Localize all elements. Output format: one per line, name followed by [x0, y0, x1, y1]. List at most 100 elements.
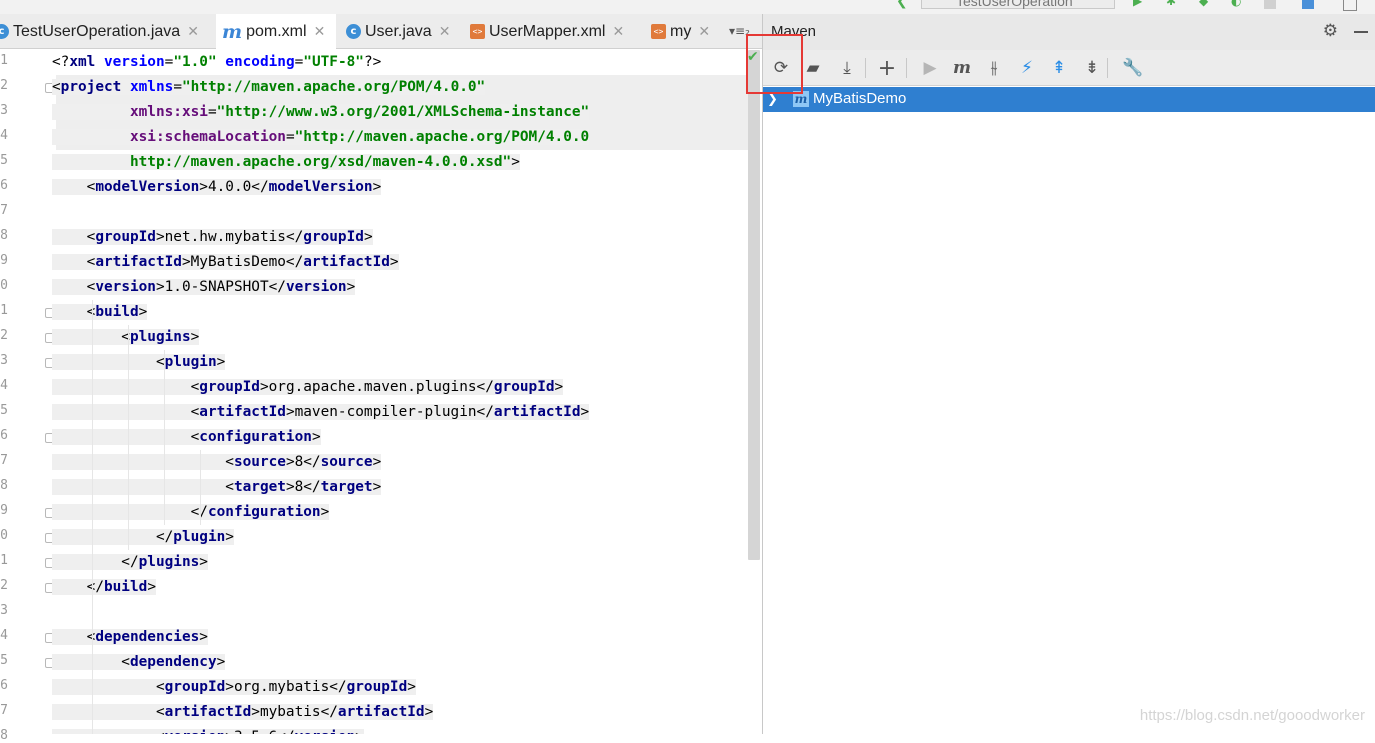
- line-number: 0: [0, 278, 8, 293]
- xml-file-icon: <>: [651, 24, 666, 39]
- code-line[interactable]: </build>: [52, 575, 156, 600]
- tab-testuseroperation[interactable]: c TestUserOperation.java ✕: [0, 14, 208, 49]
- line-number: 1: [0, 553, 8, 568]
- code-line[interactable]: <plugins>: [52, 325, 200, 350]
- code-line[interactable]: <modelVersion>4.0.0</modelVersion>: [52, 175, 382, 200]
- tab-label: User.java: [365, 22, 432, 40]
- toolbar-separator: [906, 58, 907, 78]
- line-number: 5: [0, 153, 8, 168]
- maven-header: Maven ⚙: [763, 14, 1375, 50]
- indent-guide: [164, 350, 165, 525]
- code-line[interactable]: <artifactId>maven-compiler-plugin</artif…: [52, 400, 590, 425]
- line-number: 3: [0, 603, 8, 618]
- run-configuration-select[interactable]: TestUserOperation: [921, 0, 1115, 9]
- stop-icon[interactable]: [1264, 0, 1276, 9]
- code-area[interactable]: <?xml version="1.0" encoding="UTF-8"?> <p…: [52, 50, 748, 734]
- generate-sources-icon[interactable]: ▰: [801, 56, 825, 80]
- code-line[interactable]: </plugin>: [52, 525, 234, 550]
- run-icon[interactable]: ▶: [918, 56, 942, 80]
- tree-item-mybatisdemo[interactable]: ❯ m MyBatisDemo: [763, 87, 1375, 112]
- execute-goal-icon[interactable]: m: [950, 56, 974, 80]
- code-line[interactable]: <plugin>: [52, 350, 226, 375]
- close-icon[interactable]: ✕: [698, 23, 710, 40]
- code-line[interactable]: <?xml version="1.0" encoding="UTF-8"?>: [52, 50, 381, 75]
- code-line[interactable]: </plugins>: [52, 550, 208, 575]
- close-icon[interactable]: ✕: [439, 23, 451, 40]
- code-line[interactable]: <source>8</source>: [52, 450, 382, 475]
- collapse-all-icon[interactable]: ⇟: [1080, 56, 1104, 80]
- vertical-scrollbar[interactable]: [748, 50, 762, 734]
- line-number: 4: [0, 378, 8, 393]
- profile-icon[interactable]: ◐: [1231, 0, 1243, 8]
- toolbar-separator: [1107, 58, 1108, 78]
- code-line[interactable]: xmlns:xsi="http://www.w3.org/2001/XMLSch…: [52, 100, 590, 125]
- main-toolbar-strip: ❮ TestUserOperation ▶ ✱ ◆ ◐: [0, 0, 1375, 14]
- maven-tool-window: Maven ⚙ ⟳ ▰ ⤓ + ▶ m ⫳ ⚡ ⇞ ⇟ 🔧 ❯ m MyBatisDemo: [762, 14, 1375, 734]
- code-line[interactable]: <groupId>org.mybatis</groupId>: [52, 675, 416, 700]
- close-icon[interactable]: ✕: [314, 23, 326, 40]
- close-icon[interactable]: ✕: [187, 23, 199, 40]
- line-number: 7: [0, 453, 8, 468]
- editor-pane: c TestUserOperation.java ✕ m pom.xml ✕ c…: [0, 14, 762, 743]
- code-line[interactable]: <version>3.5.6</version>: [52, 725, 364, 734]
- code-line[interactable]: <project xmlns="http://maven.apache.org/…: [52, 75, 486, 100]
- watermark: https://blog.csdn.net/gooodworker: [1139, 707, 1365, 724]
- code-line[interactable]: <target>8</target>: [52, 475, 382, 500]
- toolbar-separator: [865, 58, 866, 78]
- show-dependencies-icon[interactable]: ⇞: [1047, 56, 1071, 80]
- project-structure-icon[interactable]: [1302, 0, 1314, 9]
- code-line[interactable]: <version>1.0-SNAPSHOT</version>: [52, 275, 356, 300]
- toggle-offline-icon[interactable]: ⫳: [982, 56, 1006, 80]
- code-line[interactable]: <artifactId>MyBatisDemo</artifactId>: [52, 250, 399, 275]
- line-number: 8: [0, 728, 8, 743]
- tab-pom-xml[interactable]: m pom.xml ✕: [216, 14, 336, 49]
- search-everywhere-icon[interactable]: [1343, 0, 1357, 11]
- line-number: 0: [0, 528, 8, 543]
- code-line[interactable]: <build>: [52, 300, 148, 325]
- tree-item-label: MyBatisDemo: [813, 90, 907, 107]
- download-icon[interactable]: ⤓: [835, 56, 859, 80]
- indent-guide: [200, 450, 201, 525]
- line-number: 1: [0, 53, 8, 68]
- code-line[interactable]: http://maven.apache.org/xsd/maven-4.0.0.…: [52, 150, 520, 175]
- line-number: 2: [0, 78, 8, 93]
- line-number: 7: [0, 703, 8, 718]
- code-line[interactable]: <dependencies>: [52, 625, 208, 650]
- maven-file-icon: m: [222, 20, 243, 43]
- line-number: 6: [0, 178, 8, 193]
- tab-usermapper-xml[interactable]: <> UserMapper.xml ✕: [470, 14, 638, 49]
- gear-icon[interactable]: ⚙: [1323, 21, 1338, 41]
- line-number: 3: [0, 353, 8, 368]
- reload-highlight-box: [746, 34, 803, 94]
- tab-my[interactable]: <> my ✕: [651, 14, 721, 49]
- tab-label: pom.xml: [246, 22, 307, 40]
- line-number: 8: [0, 478, 8, 493]
- indent-guide: [92, 300, 93, 734]
- line-number: 9: [0, 503, 8, 518]
- code-line[interactable]: xsi:schemaLocation="http://maven.apache.…: [52, 125, 590, 150]
- run-icon[interactable]: ▶: [1133, 0, 1145, 8]
- hide-icon[interactable]: [1354, 31, 1368, 33]
- line-number: 4: [0, 628, 8, 643]
- code-line[interactable]: </configuration>: [52, 500, 330, 525]
- back-arrow-icon[interactable]: ❮: [896, 0, 908, 9]
- scrollbar-thumb[interactable]: [748, 50, 760, 560]
- expand-arrow-icon[interactable]: ❯: [767, 92, 778, 107]
- add-icon[interactable]: +: [875, 56, 899, 81]
- indent-guide: [128, 325, 129, 550]
- code-line[interactable]: <dependency>: [52, 650, 226, 675]
- tab-user-java[interactable]: c User.java ✕: [346, 14, 458, 49]
- coverage-icon[interactable]: ◆: [1199, 0, 1211, 8]
- code-line[interactable]: <groupId>net.hw.mybatis</groupId>: [52, 225, 373, 250]
- line-number: 5: [0, 653, 8, 668]
- line-number: 4: [0, 128, 8, 143]
- settings-wrench-icon[interactable]: 🔧: [1121, 56, 1145, 80]
- code-line[interactable]: <artifactId>mybatis</artifactId>: [52, 700, 434, 725]
- close-icon[interactable]: ✕: [612, 23, 624, 40]
- class-icon: c: [0, 24, 9, 39]
- tab-label: UserMapper.xml: [489, 22, 606, 40]
- skip-tests-icon[interactable]: ⚡: [1015, 56, 1039, 80]
- line-number: 6: [0, 678, 8, 693]
- debug-icon[interactable]: ✱: [1166, 0, 1178, 8]
- line-number: 2: [0, 328, 8, 343]
